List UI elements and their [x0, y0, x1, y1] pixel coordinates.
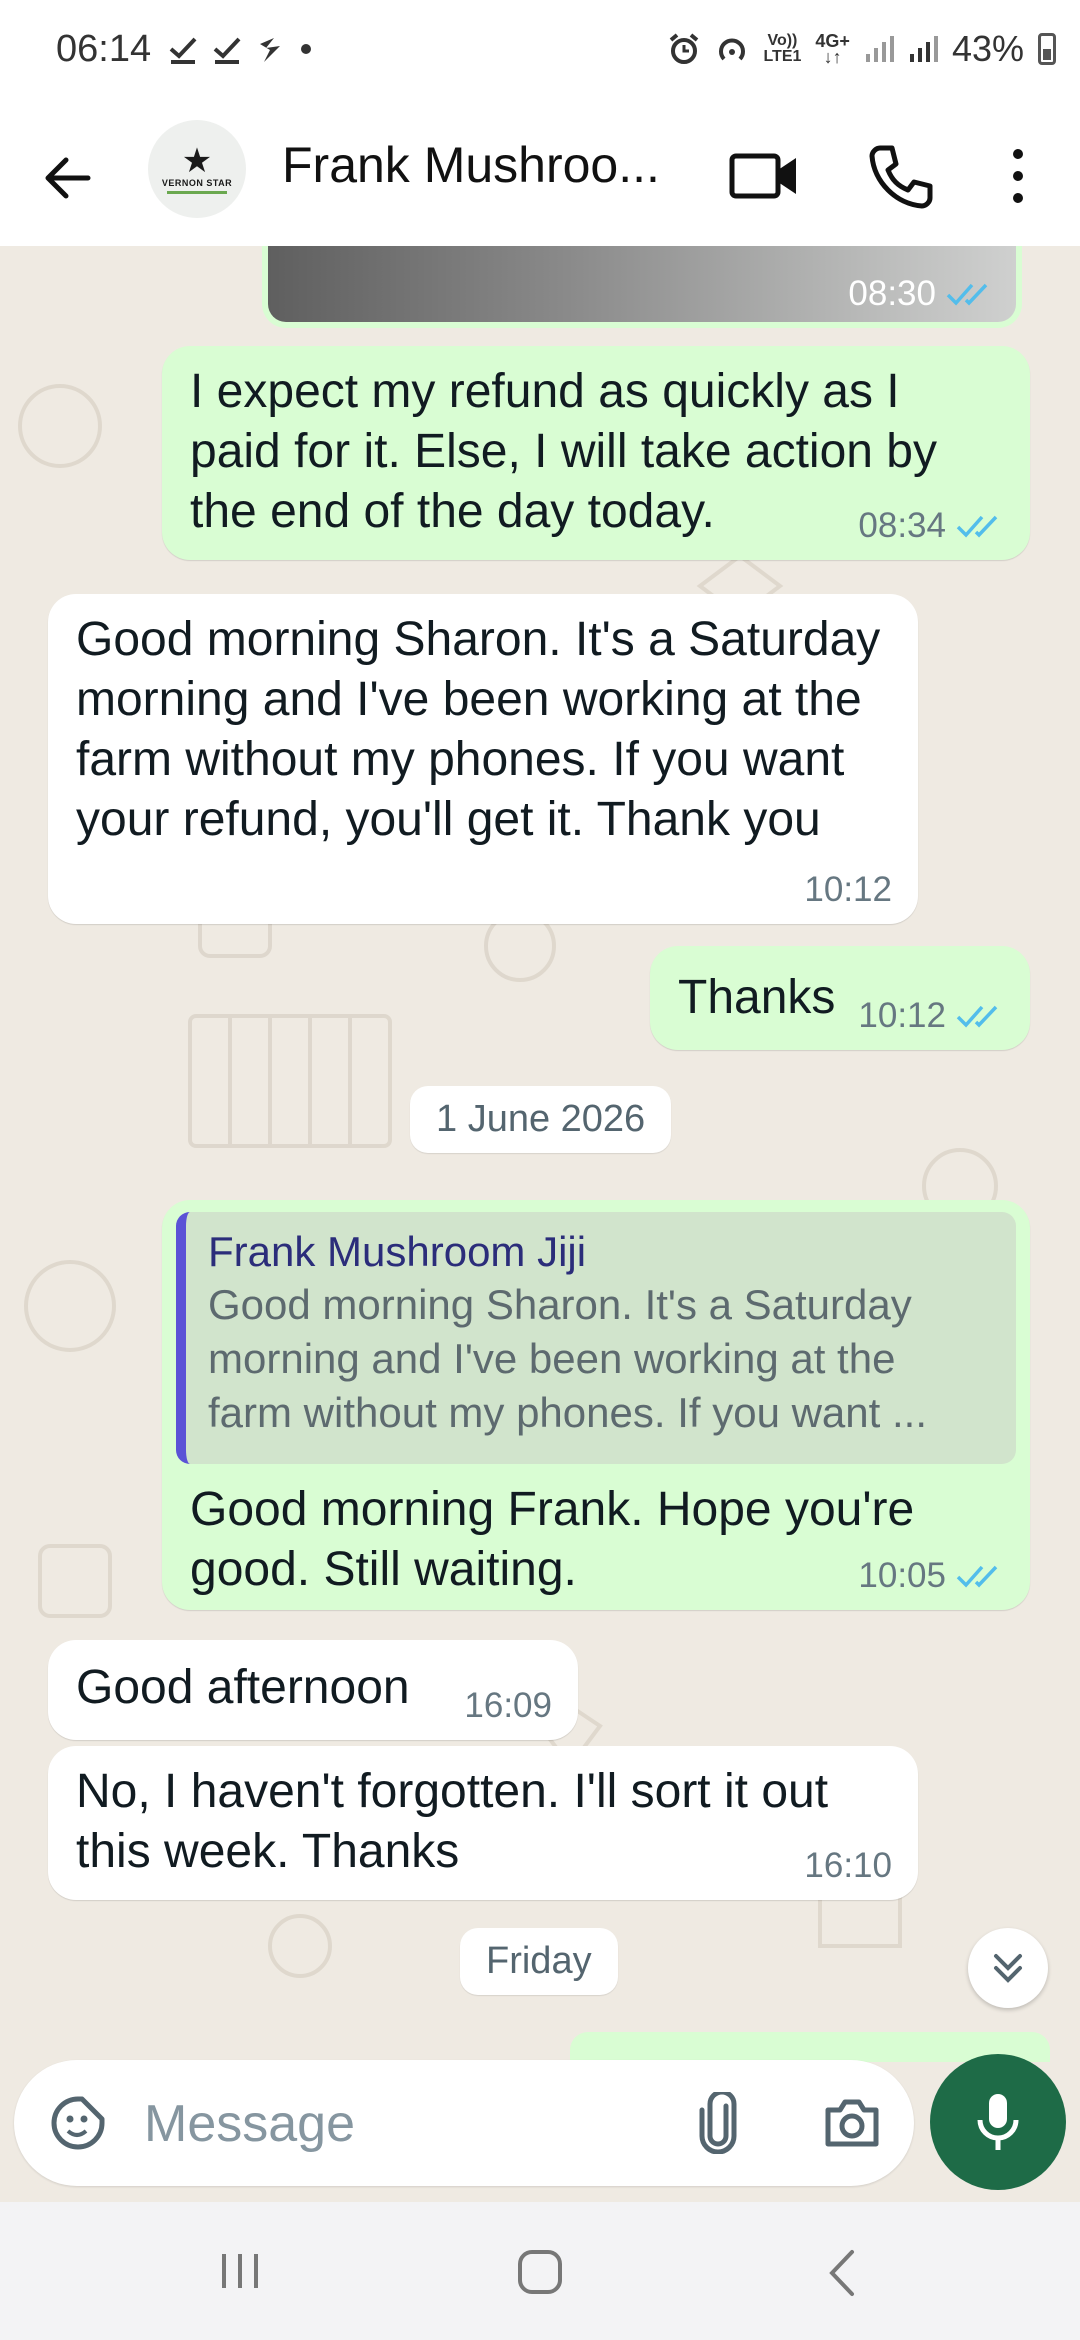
message-meta: 10:12 — [858, 996, 1004, 1036]
quoted-message[interactable]: Frank Mushroom Jiji Good morning Sharon.… — [176, 1212, 1016, 1464]
star-logo-icon: ★ — [181, 142, 213, 180]
video-call-button[interactable] — [728, 144, 800, 208]
recent-apps-button[interactable] — [216, 2250, 264, 2292]
system-back-button[interactable] — [824, 2248, 860, 2298]
read-receipt-icon — [956, 515, 998, 538]
message-text: Good morning Sharon. It's a Saturday mor… — [76, 613, 881, 846]
back-button[interactable] — [38, 148, 98, 208]
message-input[interactable] — [142, 2082, 676, 2166]
chat-footer-background — [0, 2190, 1080, 2202]
outgoing-message[interactable]: I expect my refund as quickly as I paid … — [162, 346, 1030, 560]
quoted-text-line: morning and I've been working at the — [208, 1335, 896, 1382]
check-notification-icon — [213, 37, 241, 64]
paperclip-icon — [699, 2089, 737, 2155]
network-type: 4G+ ↓↑ — [815, 32, 850, 67]
status-indicators: Vo)) LTE1 4G+ ↓↑ 43% — [667, 28, 1056, 70]
arrow-left-icon — [45, 157, 91, 199]
message-time: 10:05 — [858, 1556, 946, 1595]
contact-name[interactable]: Frank Mushroo... — [282, 136, 682, 194]
message-time: 16:09 — [464, 1686, 552, 1725]
message-text: No, I haven't forgotten. I'll sort it ou… — [76, 1765, 829, 1878]
message-composer — [14, 2060, 914, 2186]
message-meta: 10:12 — [804, 870, 892, 910]
chat-header: ★ VERNON STAR Frank Mushroo... — [0, 108, 1080, 247]
outgoing-reply-message[interactable]: Frank Mushroom Jiji Good morning Sharon.… — [162, 1200, 1030, 1610]
voice-call-button[interactable] — [866, 142, 936, 212]
check-notification-icon — [169, 37, 197, 64]
notification-icons — [168, 34, 314, 64]
message-meta: 16:10 — [804, 1846, 892, 1886]
message-meta: 16:09 — [464, 1686, 552, 1726]
camera-icon — [825, 2099, 879, 2147]
hotspot-icon — [719, 38, 746, 61]
avatar-stripe — [167, 191, 227, 194]
volte-label: Vo)) — [767, 32, 798, 49]
scroll-to-bottom-button[interactable] — [968, 1928, 1048, 2008]
home-icon — [518, 2250, 562, 2294]
avatar[interactable]: ★ VERNON STAR — [148, 120, 246, 218]
recent-apps-icon — [222, 2254, 258, 2288]
alarm-icon — [670, 33, 699, 64]
more-vertical-icon — [1013, 149, 1023, 203]
outgoing-message[interactable]: Thanks 10:12 — [650, 946, 1030, 1050]
sticker-icon — [51, 2096, 105, 2150]
date-separator: 1 June 2026 — [410, 1086, 672, 1153]
message-time: 08:30 — [848, 274, 936, 313]
quoted-author: Frank Mushroom Jiji — [208, 1228, 587, 1275]
signal-icon — [909, 36, 938, 62]
lte-label: LTE1 — [763, 48, 802, 65]
chat-area[interactable]: 08:30 I expect my refund as quickly as I… — [0, 246, 1080, 2190]
read-receipt-icon — [946, 283, 988, 306]
bolt-notification-icon — [260, 38, 280, 62]
attach-button[interactable] — [690, 2089, 746, 2155]
message-time: 16:10 — [804, 1846, 892, 1885]
volte-indicator: Vo)) LTE1 — [763, 33, 801, 65]
message-time: 10:12 — [858, 996, 946, 1035]
battery-percent: 43% — [951, 28, 1024, 69]
video-camera-icon — [729, 153, 796, 199]
read-receipt-icon — [956, 1565, 998, 1588]
more-options-button[interactable] — [1000, 144, 1036, 208]
message-meta: 08:30 — [848, 274, 994, 314]
camera-button[interactable] — [822, 2096, 882, 2150]
quoted-text-line: Good morning Sharon. It's a Saturday — [208, 1281, 912, 1328]
dot-notification-icon — [301, 44, 311, 54]
message-meta: 10:05 — [858, 1556, 1004, 1596]
status-time: 06:14 — [56, 28, 152, 70]
incoming-message[interactable]: Good morning Sharon. It's a Saturday mor… — [48, 594, 918, 924]
image-message[interactable]: 08:30 — [262, 246, 1022, 328]
incoming-message[interactable]: Good afternoon 16:09 — [48, 1640, 578, 1740]
date-separator: Friday — [460, 1928, 618, 1995]
emoji-sticker-button[interactable] — [48, 2093, 108, 2153]
avatar-brand: VERNON STAR — [161, 178, 233, 188]
message-meta: 08:34 — [858, 506, 1004, 546]
double-chevron-down-icon — [994, 1954, 1022, 1983]
data-arrows-icon: ↓↑ — [823, 47, 842, 67]
microphone-icon — [977, 2094, 1019, 2150]
home-button[interactable] — [516, 2248, 564, 2296]
voice-record-button[interactable] — [930, 2054, 1066, 2190]
battery-icon — [1038, 33, 1056, 65]
status-bar: 06:14 Vo)) LTE1 4G+ ↓↑ 43% — [0, 0, 1080, 108]
message-time: 10:12 — [804, 870, 892, 909]
quoted-text-line: farm without my phones. If you want ... — [208, 1389, 927, 1436]
phone-icon — [869, 145, 933, 209]
signal-icon — [865, 36, 894, 62]
chevron-left-icon — [829, 2250, 854, 2296]
incoming-message[interactable]: No, I haven't forgotten. I'll sort it ou… — [48, 1746, 918, 1900]
system-navigation-bar — [0, 2202, 1080, 2340]
message-time: 08:34 — [858, 506, 946, 545]
read-receipt-icon — [956, 1005, 998, 1028]
